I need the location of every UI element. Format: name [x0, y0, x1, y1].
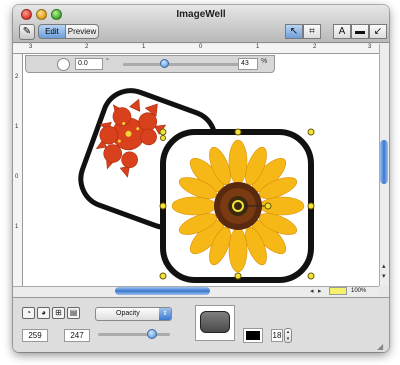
sunflower-image: [160, 129, 314, 283]
opacity-slider-track[interactable]: [98, 333, 170, 336]
edit-mode-button[interactable]: Edit: [38, 24, 66, 39]
select-arrow-icon[interactable]: ⇕: [159, 308, 171, 320]
ruler-tick: 0: [199, 44, 203, 50]
zoom-color-box[interactable]: [329, 287, 347, 295]
pointer-tool-icon[interactable]: ↖: [285, 24, 303, 39]
ruler-tick: 3: [368, 44, 372, 50]
crop-tool-icon[interactable]: ⌗: [303, 24, 321, 39]
ruler-tick: 2: [15, 74, 19, 80]
rotation-dial[interactable]: [57, 58, 70, 71]
scroll-down-arrow-icon[interactable]: ▾: [382, 272, 386, 282]
zoom-level[interactable]: 100%: [351, 286, 366, 296]
rounded-corner-shape-icon[interactable]: ◔: [22, 307, 35, 319]
y-position-field[interactable]: 247: [64, 329, 90, 342]
rotation-angle-field[interactable]: 0.0: [75, 58, 103, 70]
shape-preview-swatch: [200, 311, 230, 333]
shape-tool-icon[interactable]: ▬: [351, 24, 369, 39]
stroke-size-stepper[interactable]: ▴ ▾: [284, 328, 292, 343]
ruler-tick: 1: [142, 44, 146, 50]
canvas-artwork[interactable]: [23, 54, 379, 286]
vertical-scroll-thumb[interactable]: [380, 140, 388, 184]
opacity-slider-knob[interactable]: [147, 329, 157, 339]
title-bar[interactable]: ImageWell ✎ Edit Preview ↖ ⌗ A ▬ ↙: [13, 5, 389, 43]
ruler-tick: 1: [15, 224, 19, 230]
stroke-size-field[interactable]: 18: [271, 329, 283, 342]
grid-shape-icon[interactable]: ⊞: [52, 307, 65, 319]
line-tool-icon[interactable]: ↙: [369, 24, 387, 39]
percent-label: %: [261, 58, 268, 65]
window-title: ImageWell: [176, 9, 226, 20]
ruler-tick: 3: [29, 44, 33, 50]
horizontal-ruler: 3 2 1 0 1 2 3: [13, 44, 379, 54]
text-tool-icon[interactable]: A: [333, 24, 351, 39]
arc-shape-icon[interactable]: ◕: [37, 307, 50, 319]
ruler-tick: 1: [15, 124, 19, 130]
vertical-ruler: 2 1 0 1: [13, 54, 23, 286]
image-canvas[interactable]: [23, 54, 379, 286]
resize-grip-icon[interactable]: ◢: [377, 342, 383, 351]
ruler-tick: 0: [15, 174, 19, 180]
scroll-up-arrow-icon[interactable]: ▴: [382, 262, 386, 272]
ruler-tick: 2: [313, 44, 317, 50]
degree-label: °: [106, 58, 109, 65]
rotation-slider-knob[interactable]: [160, 59, 169, 68]
scroll-left-arrow-icon[interactable]: ◂: [310, 287, 314, 297]
ruler-tick: 1: [256, 44, 260, 50]
imagewell-window: ImageWell ✎ Edit Preview ↖ ⌗ A ▬ ↙ 3 2 1…: [13, 5, 389, 352]
scroll-right-arrow-icon[interactable]: ▸: [318, 287, 322, 297]
ruler-tick: 2: [85, 44, 89, 50]
preview-mode-button[interactable]: Preview: [65, 24, 99, 39]
stroke-color-well[interactable]: [243, 328, 263, 343]
x-position-field[interactable]: 259: [22, 329, 48, 342]
app-icon[interactable]: ✎: [19, 24, 35, 40]
rotation-slider-track[interactable]: [123, 63, 248, 66]
frame-shape-icon[interactable]: ▤: [67, 307, 80, 319]
horizontal-scroll-thumb[interactable]: [115, 287, 210, 295]
scale-percent-field[interactable]: 43: [238, 58, 258, 70]
